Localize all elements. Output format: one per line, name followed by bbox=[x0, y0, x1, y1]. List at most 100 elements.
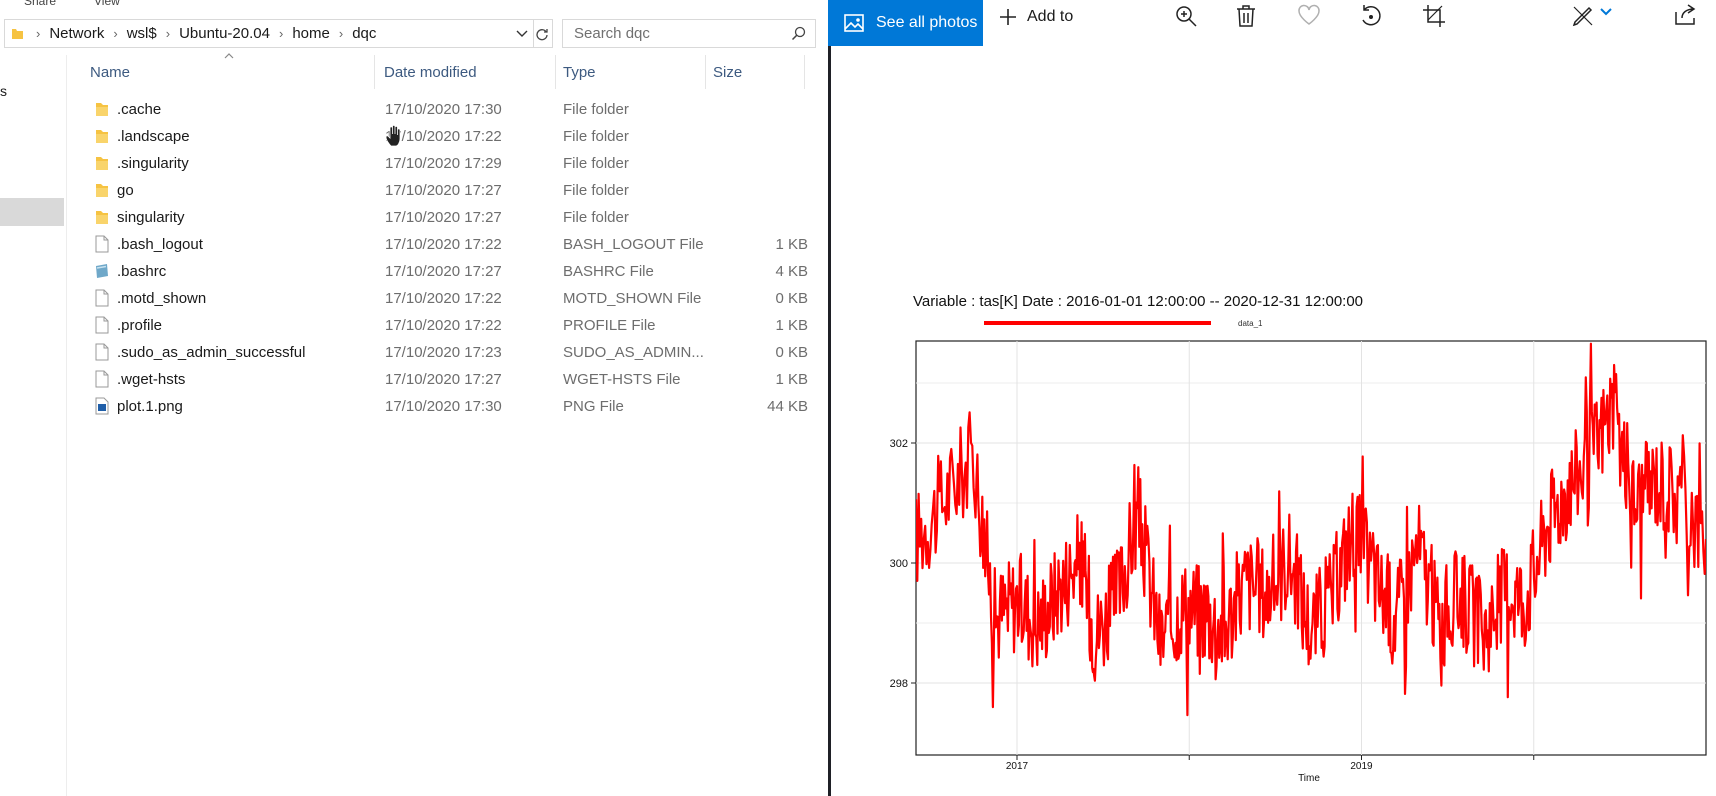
file-size: 4 KB bbox=[775, 263, 808, 280]
file-date-modified: 17/10/2020 17:22 bbox=[385, 317, 502, 334]
chevron-right-icon[interactable]: › bbox=[113, 26, 117, 41]
column-divider[interactable] bbox=[705, 55, 706, 89]
column-header-type[interactable]: Type bbox=[563, 64, 596, 81]
file-icon bbox=[94, 289, 110, 307]
breadcrumb-home[interactable]: home bbox=[292, 25, 330, 42]
file-type: WGET-HSTS File bbox=[563, 371, 681, 388]
file-row[interactable]: .wget-hsts 17/10/2020 17:27 WGET-HSTS File… bbox=[88, 367, 808, 393]
file-type: SUDO_AS_ADMIN... bbox=[563, 344, 704, 361]
y-tick-label: 298 bbox=[890, 678, 908, 690]
photos-viewer-window: See all photos Add to Variable : tas[K] … bbox=[828, 0, 1716, 796]
breadcrumb-dqc[interactable]: dqc bbox=[352, 25, 376, 42]
bashrc-file-icon bbox=[94, 262, 110, 280]
folder-icon bbox=[12, 29, 23, 39]
file-row[interactable]: .bashrc 17/10/2020 17:27 BASHRC File 4 KB bbox=[88, 259, 808, 285]
file-type: File folder bbox=[563, 209, 629, 226]
file-name: go bbox=[117, 182, 134, 199]
file-type: File folder bbox=[563, 101, 629, 118]
legend-label: data_1 bbox=[1238, 319, 1263, 328]
sort-ascending-icon bbox=[224, 53, 234, 59]
file-row[interactable]: .cache 17/10/2020 17:30 File folder bbox=[88, 97, 808, 123]
file-row[interactable]: singularity 17/10/2020 17:27 File folder bbox=[88, 205, 808, 231]
column-header-size[interactable]: Size bbox=[713, 64, 742, 81]
chart-title: Variable : tas[K] Date : 2016-01-01 12:0… bbox=[913, 293, 1363, 310]
x-tick-label: 2017 bbox=[1006, 761, 1029, 772]
file-name: plot.1.png bbox=[117, 398, 183, 415]
file-name: .bashrc bbox=[117, 263, 167, 280]
file-date-modified: 17/10/2020 17:27 bbox=[385, 263, 502, 280]
file-row[interactable]: .landscape 17/10/2020 17:22 File folder bbox=[88, 124, 808, 150]
file-date-modified: 17/10/2020 17:29 bbox=[385, 155, 502, 172]
y-tick-label: 302 bbox=[890, 438, 908, 450]
file-size: 1 KB bbox=[775, 236, 808, 253]
file-type: PROFILE File bbox=[563, 317, 656, 334]
refresh-icon bbox=[535, 28, 548, 40]
plot-image: Variable : tas[K] Date : 2016-01-01 12:0… bbox=[890, 293, 1707, 784]
chevron-right-icon[interactable]: › bbox=[36, 26, 40, 41]
ribbon-tab-view[interactable]: View bbox=[94, 0, 120, 8]
file-row[interactable]: plot.1.png 17/10/2020 17:30 PNG File 44 KB bbox=[88, 394, 808, 420]
breadcrumb-wsl[interactable]: wsl$ bbox=[127, 25, 157, 42]
file-icon bbox=[94, 343, 110, 361]
column-divider[interactable] bbox=[374, 55, 375, 89]
y-tick-label: 300 bbox=[890, 558, 908, 570]
search-input[interactable] bbox=[572, 24, 786, 43]
column-divider[interactable] bbox=[804, 55, 805, 89]
column-header-name[interactable]: Name bbox=[90, 64, 130, 81]
chevron-right-icon[interactable]: › bbox=[279, 26, 283, 41]
file-name: .motd_shown bbox=[117, 290, 207, 307]
file-type: BASHRC File bbox=[563, 263, 654, 280]
image-file-icon bbox=[94, 397, 110, 415]
folder-icon bbox=[94, 208, 110, 226]
file-row[interactable]: .profile 17/10/2020 17:22 PROFILE File 1 KB bbox=[88, 313, 808, 339]
file-date-modified: 17/10/2020 17:27 bbox=[385, 209, 502, 226]
file-size: 1 KB bbox=[775, 317, 808, 334]
breadcrumb-ubuntu[interactable]: Ubuntu-20.04 bbox=[179, 25, 270, 42]
x-axis-label: Time bbox=[1298, 773, 1320, 784]
file-icon bbox=[94, 316, 110, 334]
file-size: 0 KB bbox=[775, 290, 808, 307]
nav-item-label[interactable]: s bbox=[0, 83, 7, 99]
navigation-pane[interactable]: s bbox=[0, 55, 67, 796]
file-date-modified: 17/10/2020 17:22 bbox=[385, 236, 502, 253]
file-type: File folder bbox=[563, 128, 629, 145]
ribbon-tab-share[interactable]: Share bbox=[24, 0, 56, 8]
file-name: .landscape bbox=[117, 128, 190, 145]
folder-icon bbox=[94, 181, 110, 199]
file-name: .wget-hsts bbox=[117, 371, 186, 388]
file-date-modified: 17/10/2020 17:23 bbox=[385, 344, 502, 361]
file-row[interactable]: .bash_logout 17/10/2020 17:22 BASH_LOGOUT … bbox=[88, 232, 808, 258]
file-type: BASH_LOGOUT File bbox=[563, 236, 704, 253]
file-type: PNG File bbox=[563, 398, 624, 415]
hand-cursor-icon bbox=[385, 124, 401, 147]
file-row[interactable]: .motd_shown 17/10/2020 17:22 MOTD_SHOWN Fi… bbox=[88, 286, 808, 312]
file-row[interactable]: .singularity 17/10/2020 17:29 File folder bbox=[88, 151, 808, 177]
file-name: .cache bbox=[117, 101, 162, 118]
x-tick-label: 2019 bbox=[1350, 761, 1373, 772]
column-divider[interactable] bbox=[555, 55, 556, 89]
refresh-button[interactable] bbox=[531, 19, 553, 48]
search-box[interactable] bbox=[562, 19, 816, 48]
folder-icon bbox=[94, 154, 110, 172]
nav-item-selected[interactable] bbox=[0, 198, 64, 226]
column-header-date[interactable]: Date modified bbox=[384, 64, 477, 81]
file-name: singularity bbox=[117, 209, 185, 226]
file-name: .singularity bbox=[117, 155, 189, 172]
file-name: .sudo_as_admin_successful bbox=[117, 344, 306, 361]
file-date-modified: 17/10/2020 17:30 bbox=[385, 398, 502, 415]
chevron-right-icon[interactable]: › bbox=[166, 26, 170, 41]
breadcrumb-network[interactable]: Network bbox=[49, 25, 104, 42]
file-icon bbox=[94, 235, 110, 253]
file-date-modified: 17/10/2020 17:30 bbox=[385, 101, 502, 118]
address-bar[interactable]: › Network › wsl$ › Ubuntu-20.04 › home ›… bbox=[4, 19, 534, 48]
chevron-right-icon[interactable]: › bbox=[339, 26, 343, 41]
file-row[interactable]: go 17/10/2020 17:27 File folder bbox=[88, 178, 808, 204]
file-explorer-window: Share View › Network › wsl$ › Ubuntu-20.… bbox=[0, 0, 828, 796]
search-icon[interactable] bbox=[791, 26, 806, 41]
file-type: File folder bbox=[563, 155, 629, 172]
file-date-modified: 17/10/2020 17:22 bbox=[385, 290, 502, 307]
file-row[interactable]: .sudo_as_admin_successful 17/10/2020 17:2… bbox=[88, 340, 808, 366]
chevron-down-icon[interactable] bbox=[515, 25, 529, 41]
file-date-modified: 17/10/2020 17:27 bbox=[385, 371, 502, 388]
file-name: .bash_logout bbox=[117, 236, 203, 253]
